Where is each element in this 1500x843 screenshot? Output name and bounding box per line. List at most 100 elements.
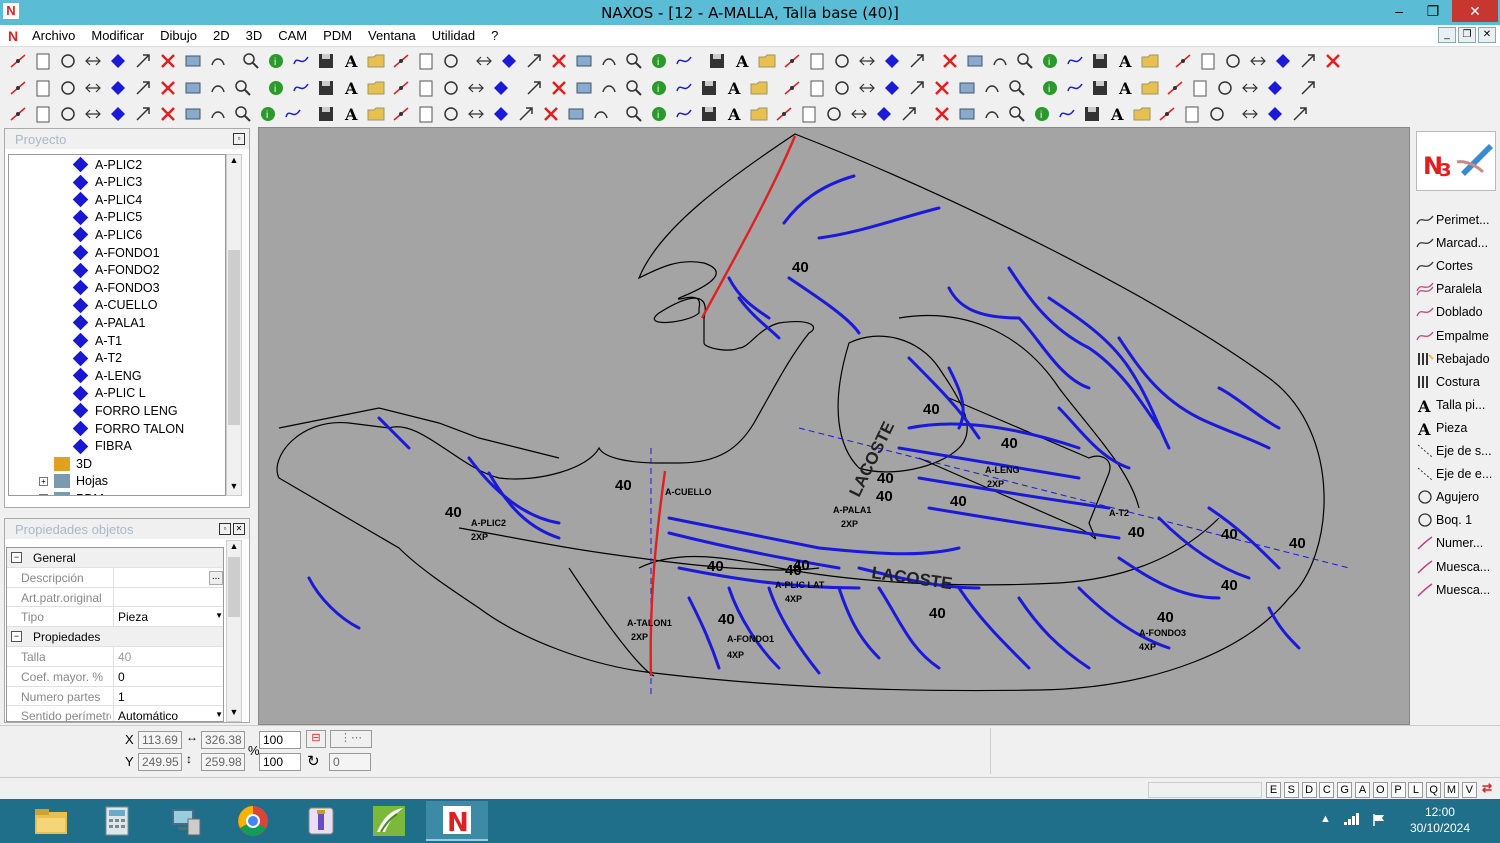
palette-tool[interactable]: A Talla pi... bbox=[1416, 394, 1500, 416]
toolbar-tool-icon[interactable] bbox=[624, 78, 644, 98]
project-tree-folder[interactable]: + PDM bbox=[39, 490, 104, 495]
scroll-thumb[interactable] bbox=[228, 250, 240, 425]
toolbar-tool-icon[interactable] bbox=[241, 51, 261, 71]
toolbar-tool-icon[interactable] bbox=[1132, 104, 1152, 124]
toolbar-tool-icon[interactable] bbox=[499, 51, 519, 71]
status-toggle-l[interactable]: L bbox=[1408, 782, 1424, 798]
toolbar-tool-icon[interactable] bbox=[133, 51, 153, 71]
toolbar-tool-icon[interactable] bbox=[183, 51, 203, 71]
toolbar-tool-icon[interactable] bbox=[807, 51, 827, 71]
dropdown-arrow-icon[interactable]: ▼ bbox=[215, 710, 223, 719]
toolbar-tool-icon[interactable] bbox=[208, 51, 228, 71]
scroll-down-icon[interactable]: ▼ bbox=[227, 707, 241, 721]
toolbar-tool-icon[interactable] bbox=[416, 51, 436, 71]
project-tree-item[interactable]: A-PLIC5 bbox=[72, 209, 142, 226]
toolbar-tool-icon[interactable]: A bbox=[341, 104, 361, 124]
collapse-icon[interactable]: − bbox=[11, 631, 22, 643]
menu-item[interactable]: 2D bbox=[213, 28, 238, 43]
toolbar-tool-icon[interactable] bbox=[932, 104, 952, 124]
network-computer-icon[interactable] bbox=[154, 801, 216, 841]
toolbar-tool-icon[interactable] bbox=[1190, 78, 1210, 98]
menu-item[interactable]: Modificar bbox=[91, 28, 152, 43]
toolbar-tool-icon[interactable] bbox=[1007, 104, 1027, 124]
toolbar-tool-icon[interactable] bbox=[416, 104, 436, 124]
toolbar-tool-icon[interactable] bbox=[957, 78, 977, 98]
toolbar-tool-icon[interactable] bbox=[707, 51, 727, 71]
pin-icon[interactable]: ▫ bbox=[233, 133, 245, 145]
toolbar-tool-icon[interactable] bbox=[882, 51, 902, 71]
flag-icon[interactable] bbox=[1372, 813, 1386, 830]
mdi-restore-button[interactable]: ❐ bbox=[1458, 27, 1476, 43]
clock[interactable]: 12:00 30/10/2024 bbox=[1410, 804, 1470, 836]
toolbar-tool-icon[interactable] bbox=[749, 104, 769, 124]
toolbar-tool-icon[interactable] bbox=[491, 104, 511, 124]
toolbar-tool-icon[interactable] bbox=[832, 51, 852, 71]
toolbar-tool-icon[interactable] bbox=[83, 104, 103, 124]
toolbar-tool-icon[interactable] bbox=[1082, 104, 1102, 124]
toolbar-tool-icon[interactable] bbox=[366, 78, 386, 98]
toolbar-tool-icon[interactable] bbox=[1290, 104, 1310, 124]
status-toggle-q[interactable]: Q bbox=[1426, 782, 1442, 798]
toolbar-tool-icon[interactable] bbox=[1090, 78, 1110, 98]
toolbar-tool-icon[interactable] bbox=[674, 51, 694, 71]
menu-item[interactable]: 3D bbox=[246, 28, 271, 43]
palette-tool[interactable]: Paralela bbox=[1416, 278, 1500, 300]
property-row[interactable]: Descripción... bbox=[7, 567, 223, 588]
property-value[interactable] bbox=[113, 567, 223, 587]
file-explorer-icon[interactable] bbox=[20, 801, 82, 841]
toolbar-tool-icon[interactable] bbox=[1198, 51, 1218, 71]
property-value[interactable]: 40 bbox=[113, 647, 223, 666]
toolbar-tool-icon[interactable]: i bbox=[649, 78, 669, 98]
toolbar-tool-icon[interactable] bbox=[541, 104, 561, 124]
width-field[interactable]: 326.38 bbox=[201, 731, 245, 749]
palette-tool[interactable]: Agujero bbox=[1416, 486, 1500, 508]
toolbar-tool-icon[interactable] bbox=[965, 51, 985, 71]
project-tree-item[interactable]: FORRO TALON bbox=[72, 420, 184, 437]
toolbar-tool-icon[interactable] bbox=[1207, 104, 1227, 124]
project-tree-item[interactable]: A-LENG bbox=[72, 367, 142, 384]
toolbar-tool-icon[interactable] bbox=[799, 104, 819, 124]
close-button[interactable]: ✕ bbox=[1452, 0, 1498, 22]
toolbar-tool-icon[interactable] bbox=[33, 78, 53, 98]
toolbar-tool-icon[interactable] bbox=[549, 51, 569, 71]
toolbar-tool-icon[interactable] bbox=[932, 78, 952, 98]
project-tree-item[interactable]: A-T2 bbox=[72, 350, 122, 367]
property-value[interactable]: 1 bbox=[113, 686, 223, 706]
toolbar-tool-icon[interactable] bbox=[907, 78, 927, 98]
project-tree-item[interactable]: A-FONDO3 bbox=[72, 279, 160, 296]
toolbar-tool-icon[interactable] bbox=[549, 78, 569, 98]
palette-tool[interactable]: A Pieza bbox=[1416, 417, 1500, 439]
toolbar-tool-icon[interactable] bbox=[391, 104, 411, 124]
status-toggle-e[interactable]: E bbox=[1266, 782, 1281, 798]
toolbar-tool-icon[interactable]: A bbox=[1115, 78, 1135, 98]
expand-icon[interactable]: + bbox=[39, 494, 48, 495]
toolbar-tool-icon[interactable] bbox=[1065, 78, 1085, 98]
toolbar-tool-icon[interactable] bbox=[466, 104, 486, 124]
toolbar-tool-icon[interactable] bbox=[8, 104, 28, 124]
toolbar-tool-icon[interactable] bbox=[58, 51, 78, 71]
property-row[interactable]: Sentido perímetro Automático ▼ bbox=[7, 706, 223, 721]
toolbar-tool-icon[interactable] bbox=[591, 104, 611, 124]
toolbar-tool-icon[interactable] bbox=[624, 104, 644, 124]
toolbar-tool-icon[interactable] bbox=[899, 104, 919, 124]
collapse-icon[interactable]: − bbox=[11, 552, 22, 563]
toolbar-tool-icon[interactable]: i bbox=[1040, 78, 1060, 98]
toolbar-tool-icon[interactable] bbox=[391, 78, 411, 98]
toolbar-tool-icon[interactable] bbox=[1223, 51, 1243, 71]
toolbar-tool-icon[interactable] bbox=[882, 78, 902, 98]
toolbar-tool-icon[interactable] bbox=[416, 78, 436, 98]
toolbar-tool-icon[interactable] bbox=[782, 51, 802, 71]
menu-item[interactable]: Ventana bbox=[368, 28, 424, 43]
toolbar-tool-icon[interactable] bbox=[1298, 78, 1318, 98]
toolbar-tool-icon[interactable] bbox=[599, 51, 619, 71]
palette-tool[interactable]: Cortes bbox=[1416, 255, 1500, 277]
toolbar-tool-icon[interactable] bbox=[158, 78, 178, 98]
toolbar-tool-icon[interactable] bbox=[849, 104, 869, 124]
calculator-icon[interactable] bbox=[86, 801, 148, 841]
toolbar-tool-icon[interactable] bbox=[857, 51, 877, 71]
menu-item[interactable]: Dibujo bbox=[160, 28, 205, 43]
menu-item[interactable]: CAM bbox=[278, 28, 315, 43]
toolbar-tool-icon[interactable] bbox=[524, 51, 544, 71]
pattern-drawing[interactable]: 40404040404040 4040 4040 404040 40404040 A-P… bbox=[259, 128, 1410, 725]
toolbar-tool-icon[interactable] bbox=[183, 78, 203, 98]
